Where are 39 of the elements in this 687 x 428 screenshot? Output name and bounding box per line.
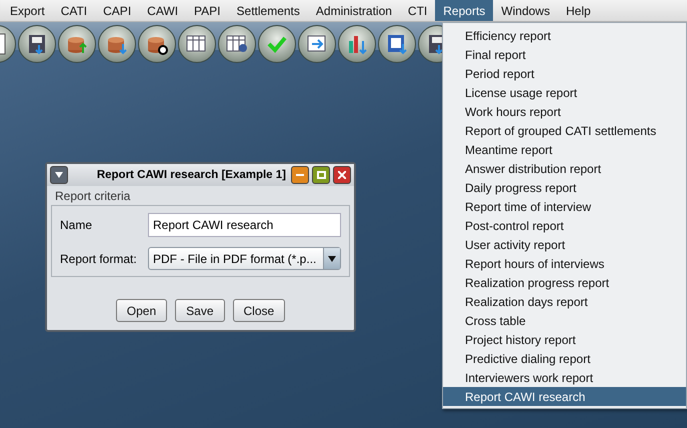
- dialog-button[interactable]: Close: [232, 299, 286, 322]
- menu-item[interactable]: Reports: [435, 0, 494, 21]
- dialog-button[interactable]: Save: [175, 299, 225, 322]
- menu-item[interactable]: Daily progress report: [443, 178, 686, 197]
- menu-item[interactable]: CAWI: [139, 0, 186, 21]
- menu-item[interactable]: Settlements: [228, 0, 308, 21]
- menu-item[interactable]: Help: [558, 0, 599, 21]
- menu-item[interactable]: CATI: [52, 0, 96, 21]
- menu-item[interactable]: Windows: [493, 0, 558, 21]
- menu-item[interactable]: CTI: [400, 0, 436, 21]
- menu-item[interactable]: Cross table: [443, 311, 686, 330]
- menu-item[interactable]: Work hours report: [443, 102, 686, 121]
- menu-item[interactable]: Answer distribution report: [443, 159, 686, 178]
- menu-item[interactable]: Realization days report: [443, 292, 686, 311]
- menu-item[interactable]: License usage report: [443, 83, 686, 102]
- format-dropdown[interactable]: PDF - File in PDF format (*.p...: [148, 247, 341, 270]
- menu-item[interactable]: Realization progress report: [443, 273, 686, 292]
- menu-item[interactable]: Project history report: [443, 330, 686, 349]
- menu-item[interactable]: Administration: [308, 0, 400, 21]
- menu-item[interactable]: Report of grouped CATI settlements: [443, 121, 686, 140]
- menu-item[interactable]: Meantime report: [443, 140, 686, 159]
- menu-item[interactable]: Period report: [443, 64, 686, 83]
- menu-item[interactable]: Export: [2, 0, 53, 21]
- field-label: Report format:: [60, 252, 138, 266]
- menu-item[interactable]: Report time of interview: [443, 197, 686, 216]
- menu-item[interactable]: CAPI: [95, 0, 140, 21]
- menu-item[interactable]: User activity report: [443, 235, 686, 254]
- name-field[interactable]: Report CAWI research: [148, 213, 341, 237]
- menu-item[interactable]: Interviewers work report: [443, 368, 686, 387]
- dialog-button[interactable]: Open: [116, 299, 168, 322]
- menu-item[interactable]: Report CAWI research: [443, 387, 686, 406]
- menu-item[interactable]: Predictive dialing report: [443, 349, 686, 368]
- window-title: Report CAWI research [Example 1]: [96, 169, 287, 181]
- menu-item[interactable]: PAPI: [186, 0, 229, 21]
- section-title: Report criteria: [54, 188, 132, 205]
- field-label: Name: [60, 218, 94, 232]
- menu-item[interactable]: Post-control report: [443, 216, 686, 235]
- menu-item[interactable]: Report hours of interviews: [443, 254, 686, 273]
- menu-item[interactable]: Final report: [443, 45, 686, 64]
